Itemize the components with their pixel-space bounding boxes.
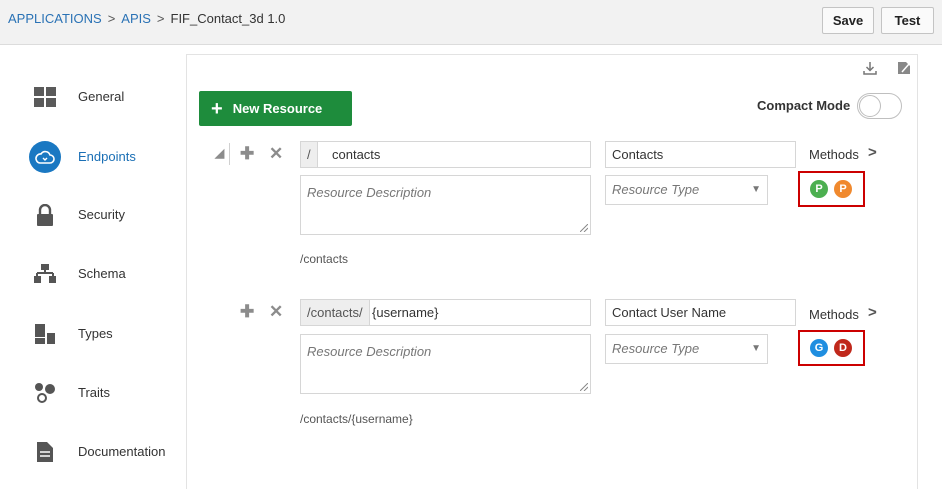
toggle-knob [859, 95, 881, 117]
breadcrumb-applications[interactable]: APPLICATIONS [8, 11, 102, 26]
resource-path-field[interactable]: /contacts/ {username} [300, 299, 591, 326]
chevron-right-icon[interactable]: > [868, 144, 877, 161]
collapse-icon[interactable]: ◢ [215, 147, 224, 159]
method-badge[interactable]: D [834, 339, 852, 357]
divider [229, 143, 230, 165]
path-value: {username} [372, 305, 439, 320]
new-resource-label: New Resource [232, 101, 323, 116]
type-placeholder: Resource Type [612, 182, 700, 197]
new-resource-button[interactable]: + New Resource [199, 91, 352, 126]
document-icon [29, 436, 61, 468]
sidebar-item-traits[interactable]: Traits [0, 373, 180, 413]
sidebar-item-label: Types [78, 326, 113, 341]
description-placeholder: Resource Description [307, 344, 432, 359]
save-button[interactable]: Save [822, 7, 874, 34]
breadcrumb-separator: > [156, 11, 165, 26]
resize-grip-icon[interactable] [580, 224, 588, 232]
path-prefix: / [301, 142, 318, 167]
resource-path-field[interactable]: / contacts [300, 141, 591, 168]
type-placeholder: Resource Type [612, 341, 700, 356]
sidebar: General Endpoints Security Schema Types … [0, 44, 180, 488]
traits-icon [29, 377, 61, 409]
methods-link[interactable]: Methods [809, 307, 859, 322]
endpoints-panel: + New Resource Compact Mode ◢ ✚ ✕ / conta… [186, 54, 918, 489]
lock-icon [29, 199, 61, 231]
resource-name-field[interactable]: Contacts [605, 141, 796, 168]
dropdown-arrow-icon: ▼ [751, 184, 761, 195]
add-child-icon[interactable]: ✚ [240, 145, 254, 162]
compact-mode-toggle[interactable] [857, 93, 902, 119]
sidebar-item-schema[interactable]: Schema [0, 254, 180, 294]
resource-full-path: /contacts [300, 252, 349, 266]
sidebar-item-endpoints[interactable]: Endpoints [0, 137, 180, 177]
sidebar-item-label: Security [78, 207, 125, 222]
resource-full-path: /contacts/{username} [300, 412, 413, 426]
resource-type-select[interactable]: Resource Type ▼ [605, 334, 768, 364]
breadcrumb: APPLICATIONS > APIS > FIF_Contact_3d 1.0 [8, 11, 285, 26]
grid-icon [29, 81, 61, 113]
path-value: contacts [332, 147, 381, 162]
resize-grip-icon[interactable] [580, 383, 588, 391]
methods-badges: G D [798, 330, 865, 366]
sidebar-item-types[interactable]: Types [0, 314, 180, 354]
cloud-icon [29, 141, 61, 173]
hierarchy-icon [29, 258, 61, 290]
methods-badges: P P [798, 171, 865, 207]
breadcrumb-separator: > [107, 11, 116, 26]
compact-mode-label: Compact Mode [757, 98, 851, 113]
sidebar-item-label: General [78, 89, 125, 104]
download-icon[interactable] [863, 61, 877, 78]
plus-icon: + [211, 97, 223, 120]
sidebar-item-general[interactable]: General [0, 77, 180, 117]
method-badge[interactable]: G [810, 339, 828, 357]
methods-link[interactable]: Methods [809, 147, 859, 162]
sidebar-item-security[interactable]: Security [0, 195, 180, 235]
sidebar-item-label: Documentation [78, 444, 166, 459]
breadcrumb-apis[interactable]: APIS [121, 11, 151, 26]
path-prefix: /contacts/ [301, 300, 370, 325]
sidebar-item-label: Schema [78, 266, 126, 281]
resource-description-field[interactable]: Resource Description [300, 175, 591, 235]
description-placeholder: Resource Description [307, 185, 432, 200]
resource-name-field[interactable]: Contact User Name [605, 299, 796, 326]
test-button[interactable]: Test [881, 7, 934, 34]
delete-icon[interactable]: ✕ [269, 145, 283, 162]
sidebar-item-documentation[interactable]: Documentation [0, 432, 180, 472]
delete-icon[interactable]: ✕ [269, 303, 283, 320]
sidebar-item-label: Endpoints [78, 149, 136, 164]
edit-icon[interactable] [897, 61, 911, 78]
chevron-right-icon[interactable]: > [868, 304, 877, 321]
resource-description-field[interactable]: Resource Description [300, 334, 591, 394]
top-bar: APPLICATIONS > APIS > FIF_Contact_3d 1.0 Sav… [0, 0, 942, 45]
dropdown-arrow-icon: ▼ [751, 343, 761, 354]
breadcrumb-current: FIF_Contact_3d 1.0 [170, 11, 286, 26]
types-icon [29, 318, 61, 350]
resource-type-select[interactable]: Resource Type ▼ [605, 175, 768, 205]
method-badge[interactable]: P [810, 180, 828, 198]
sidebar-item-label: Traits [78, 385, 111, 400]
method-badge[interactable]: P [834, 180, 852, 198]
add-child-icon[interactable]: ✚ [240, 303, 254, 320]
